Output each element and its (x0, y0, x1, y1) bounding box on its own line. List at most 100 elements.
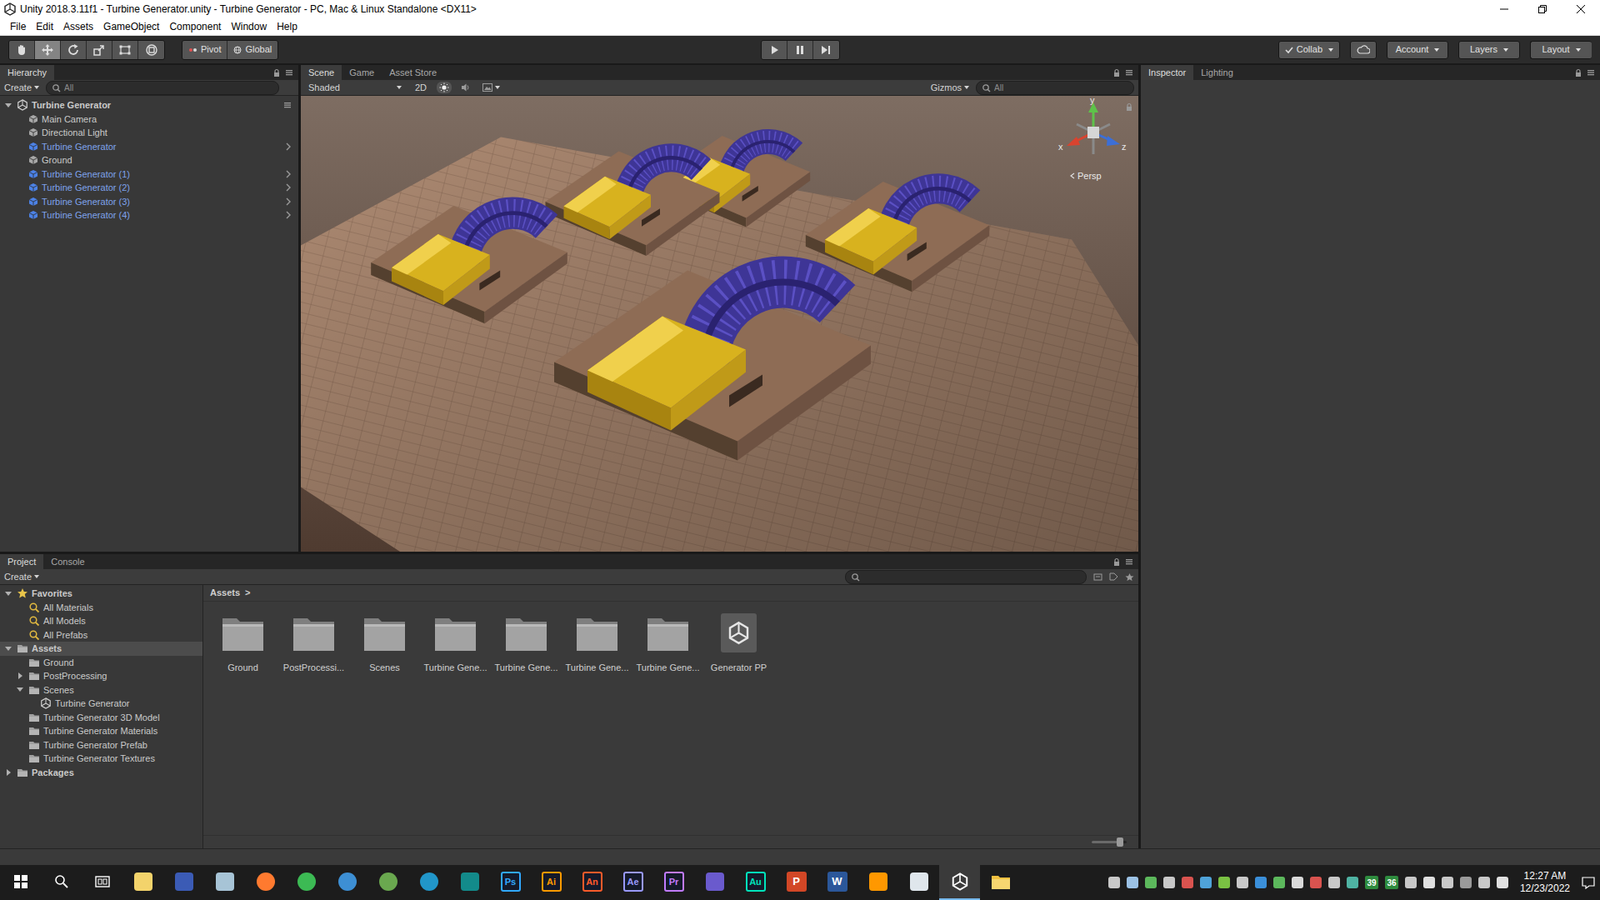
tray-icon[interactable] (1405, 876, 1417, 889)
menu-item[interactable]: Window (225, 19, 272, 35)
taskbar-app[interactable]: Pr (653, 865, 695, 900)
tray-badge[interactable]: 36 (1385, 875, 1399, 890)
audio-toggle[interactable] (458, 81, 474, 94)
asset-item[interactable]: Turbine Gene... (561, 610, 633, 675)
pause-button[interactable] (787, 40, 814, 60)
2d-toggle[interactable]: 2D (411, 80, 430, 95)
project-tree-item[interactable]: Turbine Generator Materials (0, 724, 203, 739)
project-tree-item[interactable]: Ground (0, 655, 203, 670)
expand-arrow-icon[interactable] (3, 591, 14, 596)
create-dropdown[interactable]: Create (4, 570, 40, 585)
panel-tab[interactable]: Game (341, 65, 382, 80)
tool-rect-button[interactable] (112, 40, 139, 60)
panel-tab[interactable]: Console (43, 554, 92, 570)
hierarchy-item[interactable]: Directional Light (0, 125, 299, 140)
gizmos-dropdown[interactable]: Gizmos (930, 80, 970, 95)
global-button[interactable]: Global (227, 40, 278, 60)
tray-icon[interactable] (1441, 876, 1454, 889)
project-tree-item[interactable]: All Models (0, 614, 203, 629)
taskbar-app[interactable] (245, 865, 286, 900)
collab-button[interactable]: Collab (1278, 40, 1340, 60)
tray-icon[interactable] (1145, 876, 1157, 889)
taskbar-app[interactable] (857, 865, 899, 900)
project-tree-item[interactable]: PostProcessing (0, 669, 203, 684)
taskbar-app[interactable] (694, 865, 735, 900)
layers-dropdown[interactable]: Layers (1458, 40, 1520, 60)
lighting-toggle[interactable] (436, 81, 452, 94)
expand-arrow-icon[interactable] (3, 646, 14, 651)
orientation-gizmo[interactable]: yxzPersp (1058, 99, 1129, 183)
create-dropdown[interactable]: Create (4, 80, 40, 95)
tray-icon[interactable] (1478, 876, 1490, 889)
menu-item[interactable]: File (5, 19, 31, 35)
taskbar-app[interactable]: An (571, 865, 613, 900)
taskbar-app[interactable] (204, 865, 245, 900)
menu-item[interactable]: Edit (30, 19, 59, 35)
menu-item[interactable]: Help (271, 19, 303, 35)
scene-viewport[interactable]: yxzPersp (300, 95, 1139, 552)
expand-arrow-icon[interactable] (3, 769, 14, 776)
cloud-button[interactable] (1350, 40, 1377, 60)
hierarchy-item[interactable]: Main Camera (0, 112, 299, 127)
tool-move-button[interactable] (35, 40, 61, 60)
tray-icon[interactable] (1273, 876, 1285, 889)
taskbar-app[interactable] (163, 865, 205, 900)
tray-icon[interactable] (1496, 876, 1509, 889)
taskbar-app[interactable]: W (816, 865, 858, 900)
play-button[interactable] (761, 40, 788, 60)
project-tree-item[interactable]: Scenes (0, 683, 203, 698)
expand-arrow-icon[interactable] (3, 103, 14, 108)
taskbar-app[interactable] (122, 865, 164, 900)
taskbar-app[interactable] (449, 865, 490, 900)
asset-item[interactable]: Scenes (349, 610, 420, 675)
tray-icon[interactable] (1126, 876, 1139, 889)
panel-tab[interactable]: Asset Store (381, 65, 445, 80)
tray-icon[interactable] (1310, 876, 1322, 889)
expand-arrow-icon[interactable] (15, 672, 25, 680)
tray-icon[interactable] (1328, 876, 1340, 889)
project-tree-item[interactable]: Turbine Generator (0, 696, 203, 711)
tray-icon[interactable] (1346, 876, 1359, 889)
menu-item[interactable]: GameObject (98, 19, 165, 35)
hierarchy-item[interactable]: Turbine Generator (1) (0, 167, 299, 182)
menu-item[interactable]: Assets (58, 19, 99, 35)
panel-tab[interactable]: Project (0, 554, 44, 570)
tray-icon[interactable] (1163, 876, 1175, 889)
panel-tab[interactable]: Scene (300, 65, 342, 80)
tool-transform-button[interactable] (138, 40, 165, 60)
projection-toggle[interactable]: Persp (1070, 169, 1102, 184)
taskbar-app[interactable] (939, 865, 980, 900)
icon-size-slider[interactable] (1091, 840, 1127, 844)
hierarchy-item[interactable]: Turbine Generator (4) (0, 208, 299, 223)
close-button[interactable] (1561, 0, 1600, 19)
asset-item[interactable]: Generator PP (703, 610, 775, 675)
search-input[interactable] (992, 81, 1129, 95)
taskbar-app[interactable]: Ae (612, 865, 654, 900)
asset-item[interactable]: Ground (207, 610, 279, 675)
panel-tab[interactable]: Lighting (1193, 65, 1241, 80)
asset-item[interactable]: Turbine Gene... (632, 610, 704, 675)
tray-icon[interactable] (1108, 876, 1120, 889)
tray-icon[interactable] (1181, 876, 1194, 889)
taskbar-app[interactable]: Au (735, 865, 776, 900)
taskbar-app[interactable]: Ai (530, 865, 572, 900)
tool-scale-button[interactable] (86, 40, 113, 60)
hierarchy-item[interactable]: Turbine Generator (2) (0, 180, 299, 195)
taskbar-app[interactable] (326, 865, 368, 900)
tray-icon[interactable] (1255, 876, 1267, 889)
project-tree-item[interactable]: Assets (0, 641, 203, 656)
project-tree-item[interactable]: Turbine Generator 3D Model (0, 710, 203, 725)
asset-item[interactable]: Turbine Gene... (420, 610, 491, 675)
hierarchy-item[interactable]: Turbine Generator (0, 140, 299, 155)
slider-knob[interactable] (1116, 837, 1124, 847)
shading-dropdown[interactable]: Shaded (305, 80, 405, 95)
search-input[interactable] (62, 81, 274, 95)
project-tree-item[interactable]: All Prefabs (0, 628, 203, 643)
taskbar-app[interactable]: Ps (490, 865, 531, 900)
taskbar-app[interactable] (81, 865, 123, 900)
pivot-button[interactable]: Pivot (182, 40, 228, 60)
breadcrumb-item[interactable]: Assets (210, 585, 240, 600)
taskbar-app[interactable]: P (775, 865, 817, 900)
step-button[interactable] (813, 40, 840, 60)
taskbar-app[interactable] (980, 865, 1021, 900)
